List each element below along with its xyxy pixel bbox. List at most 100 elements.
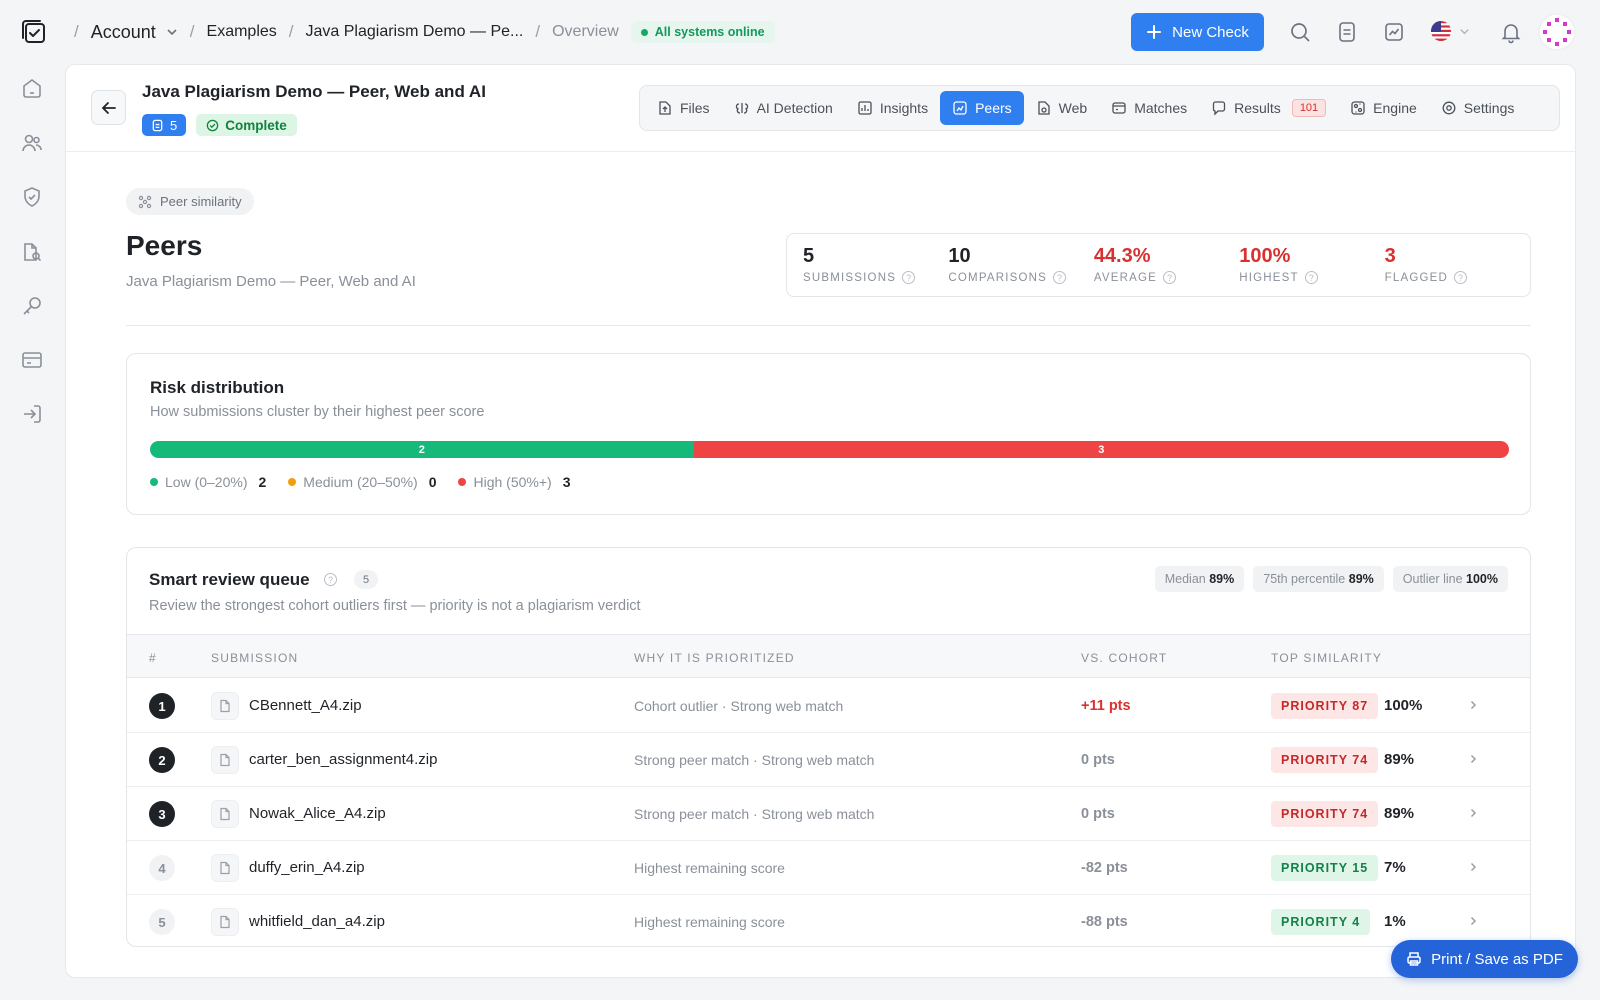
breadcrumb-account[interactable]: Account <box>91 22 178 43</box>
stat-submissions: 5 SUBMISSIONS? <box>803 234 948 296</box>
top-similarity-value: 100% <box>1384 697 1423 714</box>
vs-cohort-value: -88 pts <box>1081 914 1128 930</box>
new-check-button[interactable]: New Check <box>1131 13 1264 51</box>
app-logo-icon[interactable] <box>20 18 48 46</box>
rank-badge: 1 <box>149 693 175 719</box>
analytics-icon[interactable] <box>1382 20 1406 44</box>
network-icon <box>138 195 152 209</box>
stat-comparisons: 10 COMPARISONS? <box>948 234 1093 296</box>
help-icon[interactable]: ? <box>1453 271 1467 284</box>
search-icon[interactable] <box>1288 20 1312 44</box>
tab-matches[interactable]: Matches <box>1099 91 1199 125</box>
chip-outlier-line: Outlier line 100% <box>1392 566 1508 592</box>
section-pill: Peer similarity <box>126 188 254 215</box>
chevron-down-icon <box>166 26 178 38</box>
tab-ai-detection[interactable]: AI Detection <box>722 91 845 125</box>
main-panel: Java Plagiarism Demo — Peer, Web and AI … <box>65 64 1576 978</box>
status-badge: Complete <box>196 114 297 136</box>
top-similarity-value: 89% <box>1384 751 1415 768</box>
help-icon[interactable]: ? <box>902 271 916 284</box>
help-icon[interactable]: ? <box>1162 271 1176 284</box>
table-row[interactable]: 2 carter_ben_assignment4.zip Strong peer m… <box>127 733 1530 787</box>
table-row[interactable]: 1 CBennett_A4.zip Cohort outlier · Strong … <box>127 679 1530 733</box>
queue-count-badge: 5 <box>354 570 378 589</box>
submission-name[interactable]: duffy_erin_A4.zip <box>249 859 365 876</box>
submission-name[interactable]: CBennett_A4.zip <box>249 697 362 714</box>
risk-legend: Low (0–20%) 2 Medium (20–50%) 0 High (50… <box>150 474 570 490</box>
help-icon[interactable]: ? <box>1304 271 1318 284</box>
gear-icon <box>1441 100 1457 116</box>
stats-panel: 5 SUBMISSIONS? 10 COMPARISONS? 44.3% AVE… <box>786 233 1531 297</box>
table-row[interactable]: 3 Nowak_Alice_A4.zip Strong peer match · S… <box>127 787 1530 841</box>
top-similarity-value: 89% <box>1384 805 1415 822</box>
tab-web[interactable]: Web <box>1024 91 1100 125</box>
reports-icon[interactable] <box>20 240 44 264</box>
risk-subtitle: How submissions cluster by their highest… <box>150 404 485 420</box>
risk-segment-low: 2 <box>150 441 694 458</box>
chevron-right-icon[interactable] <box>1467 753 1479 765</box>
printer-icon <box>1406 951 1422 967</box>
matches-icon <box>1111 100 1127 116</box>
tab-files[interactable]: Files <box>645 91 722 125</box>
bell-icon[interactable] <box>1499 20 1523 44</box>
help-icon[interactable]: ? <box>1053 271 1067 284</box>
breadcrumb-document[interactable]: Java Plagiarism Demo — Pe... <box>306 23 524 41</box>
chevron-right-icon[interactable] <box>1467 807 1479 819</box>
rank-badge: 2 <box>149 747 175 773</box>
document-header: Java Plagiarism Demo — Peer, Web and AI … <box>66 65 1575 152</box>
legend-dot-icon <box>458 478 467 486</box>
legend-dot-icon <box>150 478 158 486</box>
document-icon <box>151 119 164 132</box>
help-icon[interactable]: ? <box>324 573 337 586</box>
key-icon[interactable] <box>20 294 44 318</box>
chevron-right-icon[interactable] <box>1467 915 1479 927</box>
table-row[interactable]: 4 duffy_erin_A4.zip Highest remaining scor… <box>127 841 1530 895</box>
tab-settings[interactable]: Settings <box>1429 91 1527 125</box>
legend-high: High (50%+) 3 <box>458 474 570 490</box>
priority-reason: Strong peer match · Strong web match <box>634 806 875 822</box>
risk-distribution-card: Risk distribution How submissions cluste… <box>126 353 1531 515</box>
shield-check-icon[interactable] <box>20 185 44 209</box>
users-icon[interactable] <box>20 131 44 155</box>
legend-dot-icon <box>288 478 297 486</box>
tab-peers[interactable]: Peers <box>940 91 1024 125</box>
chevron-right-icon[interactable] <box>1467 699 1479 711</box>
web-doc-icon <box>1036 100 1052 116</box>
page-title: Peers <box>126 230 203 261</box>
vs-cohort-value: +11 pts <box>1081 698 1131 714</box>
login-icon[interactable] <box>20 402 44 426</box>
tab-insights[interactable]: Insights <box>845 91 940 125</box>
priority-reason: Highest remaining score <box>634 914 785 930</box>
queue-subtitle: Review the strongest cohort outliers fir… <box>149 598 641 614</box>
priority-badge: PRIORITY 74 <box>1271 747 1379 773</box>
language-selector[interactable] <box>1431 21 1470 41</box>
rank-badge: 4 <box>149 855 175 881</box>
results-icon <box>1211 100 1227 116</box>
print-save-pdf-button[interactable]: Print / Save as PDF <box>1391 940 1578 978</box>
submission-name[interactable]: carter_ben_assignment4.zip <box>249 751 437 768</box>
top-similarity-value: 7% <box>1384 859 1406 876</box>
file-icon <box>211 854 239 882</box>
top-similarity-value: 1% <box>1384 913 1406 930</box>
tab-engine[interactable]: Engine <box>1338 91 1429 125</box>
priority-reason: Cohort outlier · Strong web match <box>634 698 844 714</box>
billing-icon[interactable] <box>20 348 44 372</box>
stat-flagged: 3 FLAGGED? <box>1385 234 1530 296</box>
chip-75th-percentile: 75th percentile 89% <box>1253 566 1384 592</box>
priority-badge: PRIORITY 4 <box>1271 909 1371 935</box>
back-button[interactable] <box>91 90 126 125</box>
priority-reason: Strong peer match · Strong web match <box>634 752 875 768</box>
avatar[interactable] <box>1538 13 1576 51</box>
submission-name[interactable]: Nowak_Alice_A4.zip <box>249 805 386 822</box>
stat-average: 44.3% AVERAGE? <box>1094 234 1239 296</box>
table-row[interactable]: 5 whitfield_dan_a4.zip Highest remaining s… <box>127 895 1530 946</box>
submission-name[interactable]: whitfield_dan_a4.zip <box>249 913 385 930</box>
column-header-why: WHY IT IS PRIORITIZED <box>634 651 795 665</box>
stat-highest: 100% HIGHEST? <box>1239 234 1384 296</box>
chevron-right-icon[interactable] <box>1467 861 1479 873</box>
document-icon[interactable] <box>1335 20 1359 44</box>
file-icon <box>211 800 239 828</box>
home-icon[interactable] <box>20 76 44 100</box>
breadcrumb-examples[interactable]: Examples <box>207 23 277 41</box>
tab-results[interactable]: Results 101 <box>1199 91 1338 125</box>
